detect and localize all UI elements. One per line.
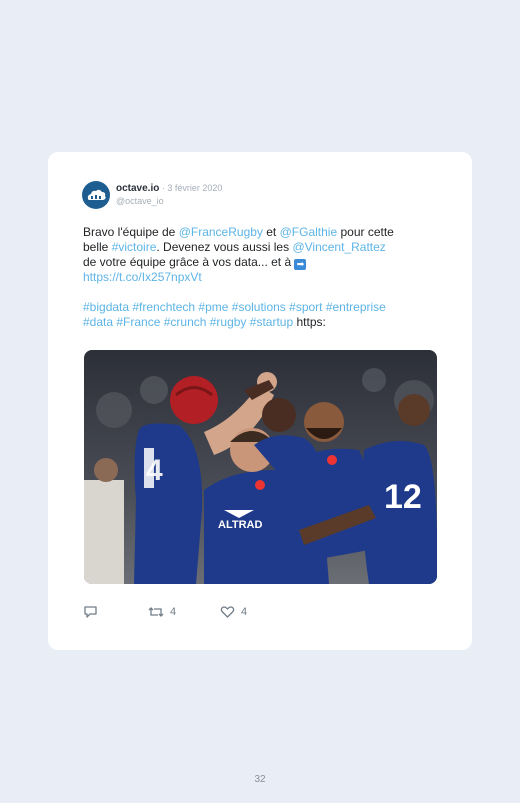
like-button[interactable]: 4	[220, 605, 247, 619]
author-line: octave.io · 3 février 2020	[116, 182, 222, 195]
like-count: 4	[241, 606, 248, 618]
sponsor-text: ALTRAD	[218, 519, 262, 531]
tweet-line-3: de votre équipe grâce à vos data... et à…	[83, 255, 443, 270]
tweet-line-4: https://t.co/Ix257npxVt	[83, 270, 443, 285]
retweet-icon	[148, 607, 164, 617]
tweet-url-link[interactable]: https://t.co/Ix257npxVt	[83, 270, 202, 284]
mention-francerugby[interactable]: @FranceRugby	[179, 225, 263, 239]
hashtags-line-1[interactable]: #bigdata #frenchtech #pme #solutions #sp…	[83, 300, 386, 314]
author-name[interactable]: octave.io	[116, 183, 159, 194]
tweet-text: de votre équipe grâce à vos data... et à	[83, 255, 295, 269]
tweet-text: https:	[293, 315, 326, 329]
heart-icon	[220, 606, 235, 618]
author-meta: octave.io · 3 février 2020 @octave_io	[116, 182, 222, 208]
tweet-text: . Devenez vous aussi les	[156, 240, 293, 254]
player-jersey	[134, 423, 203, 584]
mention-fgalthie[interactable]: @FGalthie	[280, 225, 338, 239]
tweet-line-2: belle #victoire. Devenez vous aussi les …	[83, 240, 443, 255]
tweet-text: Bravo l'équipe de	[83, 225, 179, 239]
reply-icon	[84, 606, 97, 618]
retweet-button[interactable]: 4	[148, 605, 176, 619]
retweet-count: 4	[170, 606, 177, 618]
tweet-card: octave.io · 3 février 2020 @octave_io Br…	[48, 152, 472, 650]
mention-vincent-rattez[interactable]: @Vincent_Rattez	[292, 240, 385, 254]
author-handle[interactable]: @octave_io	[116, 195, 222, 208]
tweet-text: pour cette	[337, 225, 394, 239]
rugby-team-photo: ALTRAD 12 4	[84, 350, 437, 584]
scrum-cap	[170, 376, 218, 424]
jersey-number-4: 4	[146, 454, 163, 487]
tweet-photo[interactable]: ALTRAD 12 4	[84, 350, 437, 584]
jersey-number-12: 12	[384, 478, 422, 516]
tweet-date[interactable]: 3 février 2020	[167, 183, 222, 193]
tweet-line-6: #data #France #crunch #rugby #startup ht…	[83, 315, 443, 330]
tweet-line-1: Bravo l'équipe de @FranceRugby et @FGalt…	[83, 225, 443, 240]
tweet-body: Bravo l'équipe de @FranceRugby et @FGalt…	[83, 225, 443, 330]
page: octave.io · 3 février 2020 @octave_io Br…	[0, 0, 520, 803]
tweet-text: belle	[83, 240, 112, 254]
avatar[interactable]	[82, 181, 110, 209]
tweet-header: octave.io · 3 février 2020 @octave_io	[82, 181, 222, 209]
reply-button[interactable]	[83, 605, 98, 619]
page-number: 32	[254, 774, 266, 785]
tweet-text: et	[262, 225, 280, 239]
tweet-line-5: #bigdata #frenchtech #pme #solutions #sp…	[83, 300, 443, 315]
hashtags-line-2[interactable]: #data #France #crunch #rugby #startup	[83, 315, 293, 329]
cloud-logo-icon	[87, 189, 106, 200]
tweet-actions: 4 4	[83, 605, 283, 621]
hashtag-victoire[interactable]: #victoire	[112, 240, 157, 254]
right-arrow-emoji-icon: ➡	[294, 259, 307, 270]
